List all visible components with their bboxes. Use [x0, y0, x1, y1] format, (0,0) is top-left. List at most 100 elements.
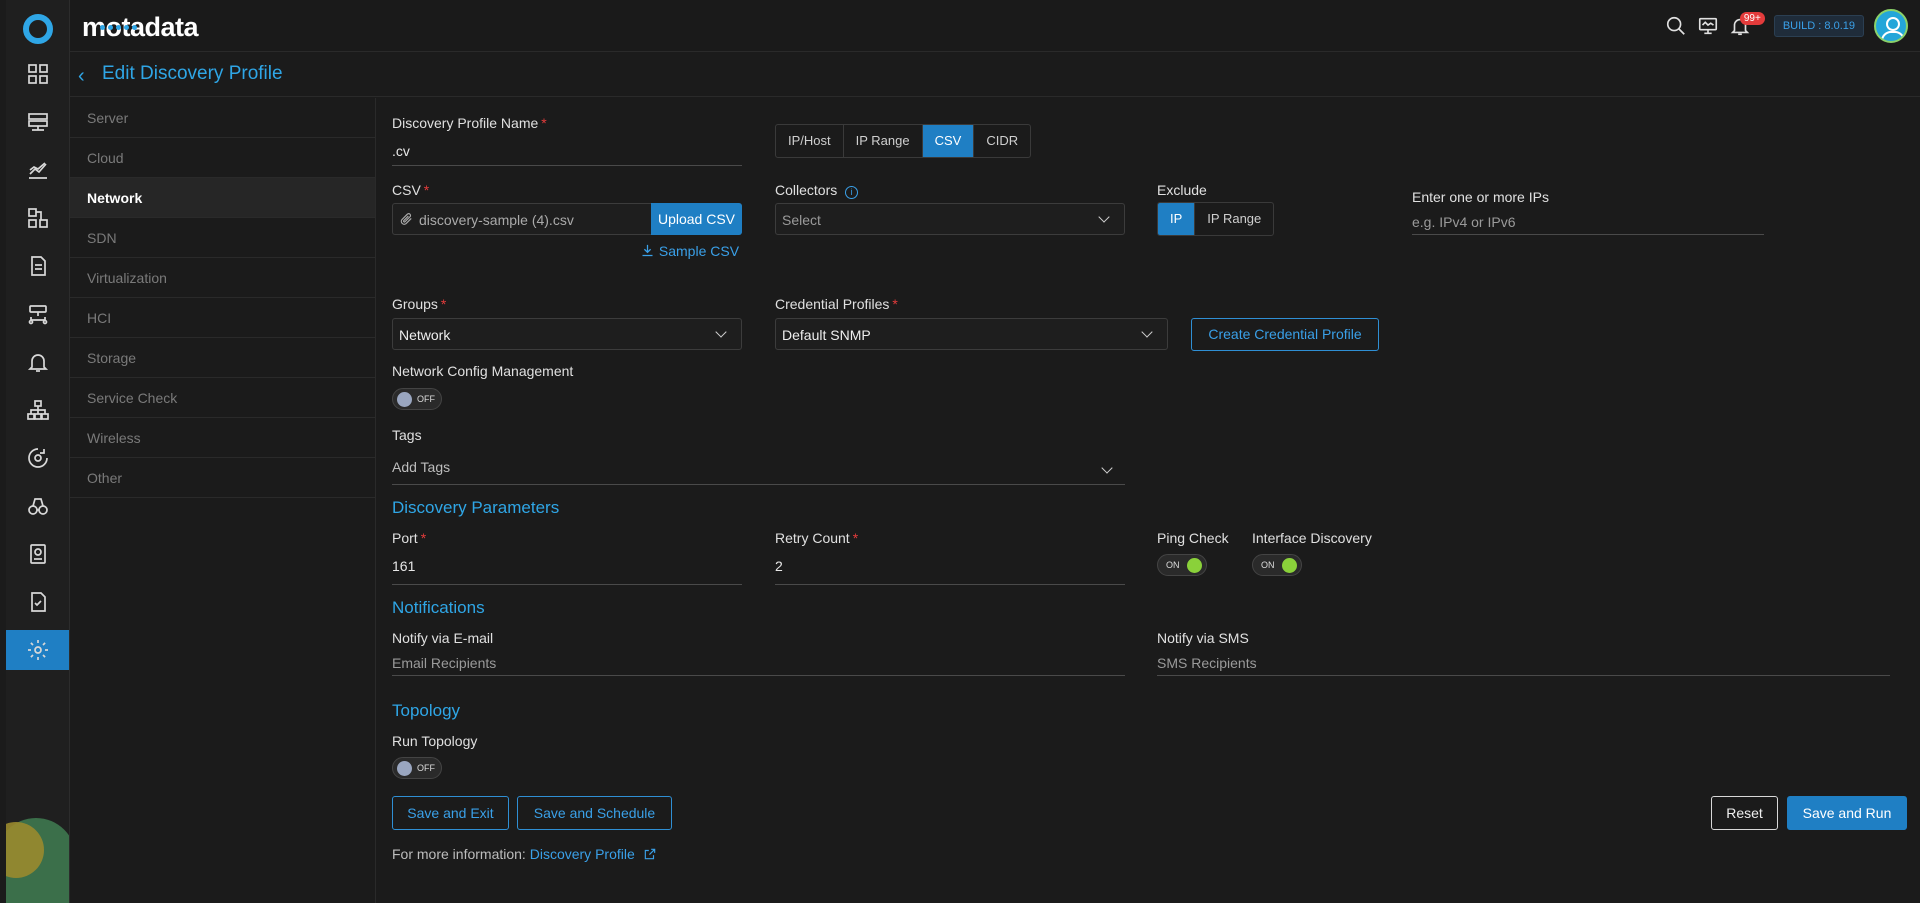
exclude-tab-ip-range[interactable]: IP Range — [1195, 203, 1273, 235]
category-other[interactable]: Other — [70, 458, 375, 498]
exclude-tab-ip[interactable]: IP — [1158, 203, 1196, 235]
network-icon[interactable] — [6, 294, 69, 334]
ncm-label: Network Config Management — [392, 363, 574, 379]
category-hci[interactable]: HCI — [70, 298, 375, 338]
divider — [392, 675, 1125, 676]
divider — [1157, 675, 1890, 676]
top-actions: 99+ BUILD : 8.0.19 — [1660, 0, 1920, 52]
category-sidebar: Server Cloud Network SDN Virtualization … — [70, 98, 376, 903]
email-recipients-input[interactable]: Email Recipients — [392, 655, 496, 671]
notification-bell-icon[interactable]: 99+ — [1724, 10, 1765, 42]
checklist-icon[interactable] — [6, 582, 69, 622]
upload-csv-button[interactable]: Upload CSV — [651, 203, 742, 235]
csv-file-name: discovery-sample (4).csv — [419, 212, 574, 228]
category-sdn[interactable]: SDN — [70, 218, 375, 258]
notification-badge: 99+ — [1739, 12, 1765, 25]
collectors-select[interactable]: Select — [775, 203, 1125, 235]
server-icon[interactable] — [6, 102, 69, 142]
toggle-knob — [1282, 558, 1297, 573]
toggle-knob — [397, 392, 412, 407]
download-icon — [640, 243, 655, 259]
toggle-knob — [397, 761, 412, 776]
monitor-cog-icon[interactable] — [6, 438, 69, 478]
sample-csv-link[interactable]: Sample CSV — [640, 243, 739, 259]
back-chevron-icon[interactable]: ‹ — [78, 65, 85, 88]
chevron-down-icon — [715, 326, 727, 338]
create-credential-profile-button[interactable]: Create Credential Profile — [1191, 318, 1379, 351]
monitor-icon[interactable] — [1692, 10, 1724, 42]
toggle-state: OFF — [417, 394, 435, 404]
chevron-down-icon[interactable] — [1101, 462, 1113, 474]
csv-label: CSV * — [392, 182, 430, 198]
app-window: motadata 99+ BUILD : 8.0.19 ‹ Edit Disco… — [0, 0, 1920, 903]
reset-button[interactable]: Reset — [1711, 796, 1778, 830]
sms-recipients-input[interactable]: SMS Recipients — [1157, 655, 1257, 671]
divider — [1412, 234, 1764, 235]
save-and-run-button[interactable]: Save and Run — [1787, 796, 1907, 830]
toggle-state: OFF — [417, 763, 435, 773]
tab-ip-host[interactable]: IP/Host — [776, 125, 844, 157]
sample-csv-label: Sample CSV — [658, 243, 740, 259]
paperclip-icon — [399, 211, 413, 230]
page-header: ‹ Edit Discovery Profile — [70, 53, 1920, 97]
tab-cidr[interactable]: CIDR — [974, 125, 1030, 157]
toggle-knob — [1187, 558, 1202, 573]
search-icon[interactable] — [1660, 10, 1692, 42]
metrics-icon[interactable] — [6, 150, 69, 190]
collectors-label: Collectors i — [775, 182, 859, 199]
discovery-parameters-title: Discovery Parameters — [392, 498, 560, 517]
category-service-check[interactable]: Service Check — [70, 378, 375, 418]
ncm-toggle[interactable]: OFF — [392, 388, 442, 410]
category-cloud[interactable]: Cloud — [70, 138, 375, 178]
credential-profiles-select[interactable]: Default SNMP — [775, 318, 1168, 350]
divider — [392, 484, 1125, 485]
chevron-down-icon — [1098, 211, 1110, 223]
app-logo-icon[interactable] — [23, 14, 53, 44]
collectors-placeholder: Select — [782, 212, 821, 228]
tags-label: Tags — [392, 427, 422, 443]
category-storage[interactable]: Storage — [70, 338, 375, 378]
icon-rail — [6, 0, 70, 903]
settings-icon[interactable] — [6, 630, 69, 670]
port-input[interactable]: 161 — [392, 558, 415, 574]
report-icon[interactable] — [6, 246, 69, 286]
user-avatar[interactable] — [1874, 9, 1908, 43]
tab-ip-range[interactable]: IP Range — [844, 125, 923, 157]
save-and-schedule-button[interactable]: Save and Schedule — [517, 796, 672, 830]
groups-select[interactable]: Network — [392, 318, 742, 350]
save-and-exit-button[interactable]: Save and Exit — [392, 796, 509, 830]
tab-csv[interactable]: CSV — [922, 125, 975, 157]
run-topology-toggle[interactable]: OFF — [392, 757, 442, 779]
discovery-profile-link[interactable]: Discovery Profile — [530, 846, 635, 862]
brand-logo[interactable]: motadata — [82, 12, 199, 43]
credential-profiles-label: Credential Profiles * — [775, 296, 898, 312]
exclude-label: Exclude — [1157, 182, 1207, 198]
discovery-form: Discovery Profile Name * .cv IP/Host IP R… — [392, 98, 1920, 903]
port-label: Port * — [392, 530, 427, 546]
profile-name-input[interactable]: .cv — [392, 143, 410, 159]
ips-input[interactable]: e.g. IPv4 or IPv6 — [1412, 214, 1516, 230]
audit-icon[interactable] — [6, 534, 69, 574]
external-link-icon[interactable] — [639, 846, 657, 862]
ping-check-toggle[interactable]: ON — [1157, 554, 1207, 576]
info-icon[interactable]: i — [845, 186, 859, 199]
toggle-state: ON — [1261, 560, 1275, 570]
dashboard-icon[interactable] — [6, 54, 69, 94]
category-network[interactable]: Network — [70, 178, 375, 218]
groups-value: Network — [399, 327, 451, 343]
retry-count-input[interactable]: 2 — [775, 558, 783, 574]
profile-name-label: Discovery Profile Name * — [392, 115, 547, 131]
category-server[interactable]: Server — [70, 98, 375, 138]
more-info-prefix: For more information: — [392, 846, 526, 862]
more-info-line: For more information: Discovery Profile — [392, 846, 657, 862]
email-label: Notify via E-mail — [392, 630, 494, 646]
alert-icon[interactable] — [6, 342, 69, 382]
hierarchy-icon[interactable] — [6, 390, 69, 430]
tags-input[interactable]: Add Tags — [392, 459, 450, 475]
interface-discovery-toggle[interactable]: ON — [1252, 554, 1302, 576]
category-virtualization[interactable]: Virtualization — [70, 258, 375, 298]
chevron-down-icon — [1141, 326, 1153, 338]
binoculars-icon[interactable] — [6, 486, 69, 526]
topology-icon[interactable] — [6, 198, 69, 238]
category-wireless[interactable]: Wireless — [70, 418, 375, 458]
